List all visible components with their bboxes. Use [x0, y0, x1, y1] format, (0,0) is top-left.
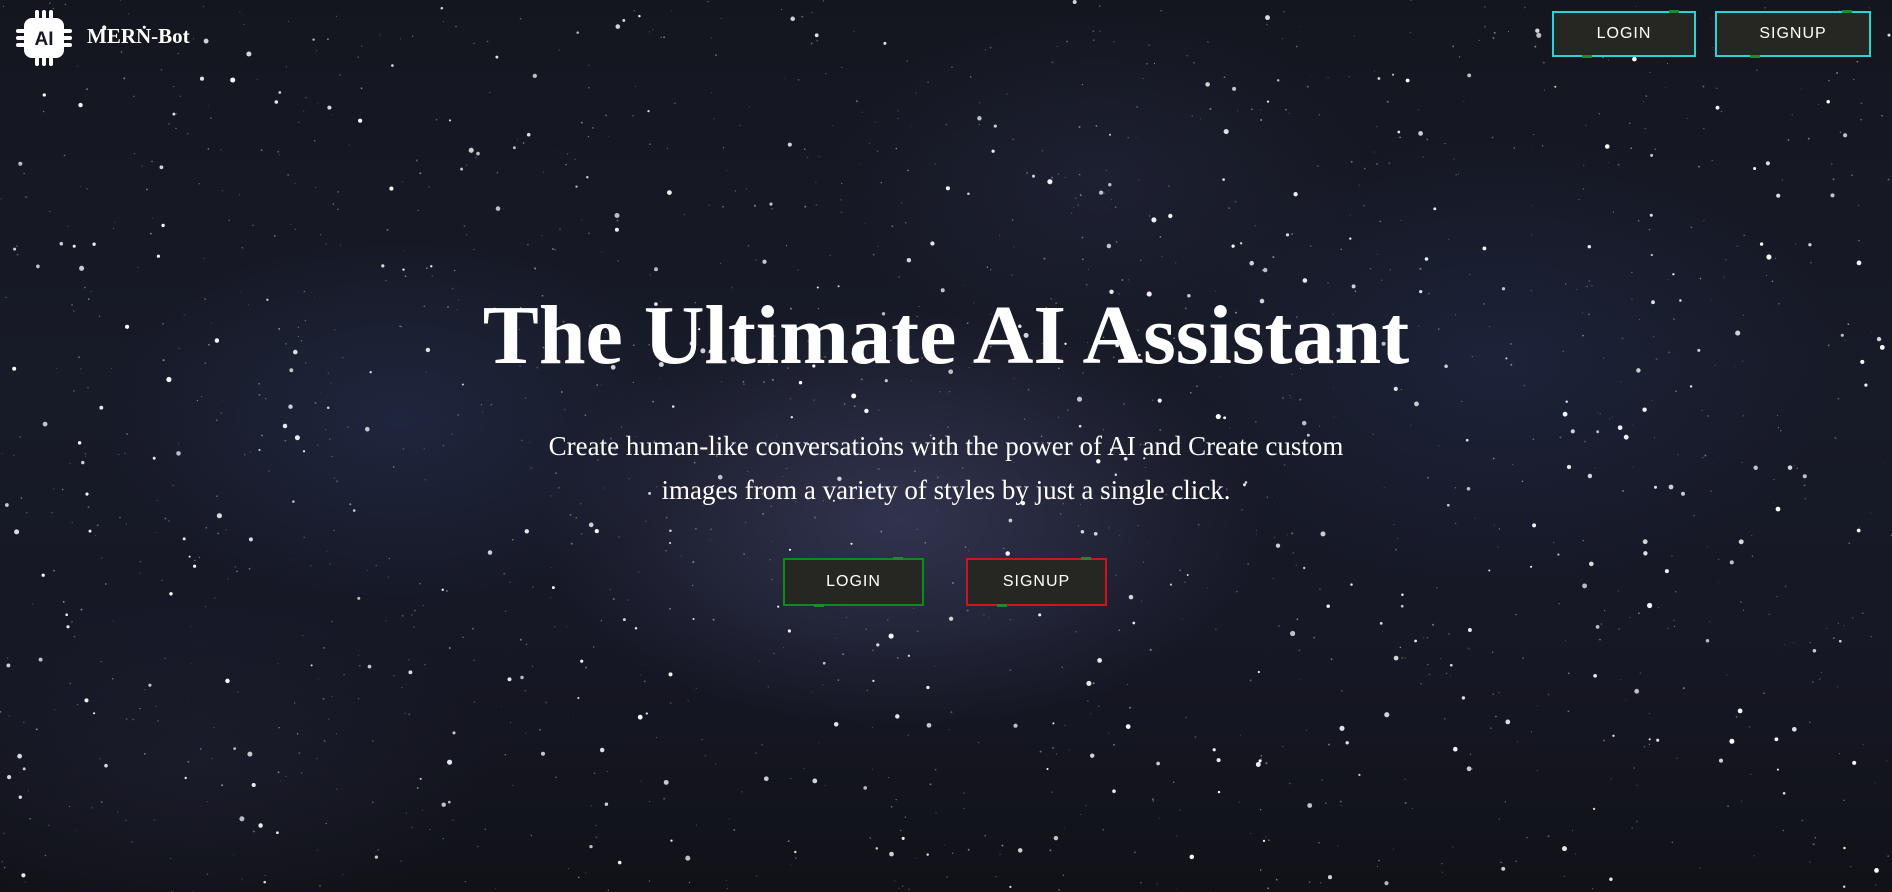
hero-section: The Ultimate AI Assistant Create human-l…	[0, 0, 1892, 892]
brand-name: MERN-Bot	[87, 23, 190, 48]
button-accent	[1582, 55, 1592, 58]
brand[interactable]: AI MERN-Bot	[14, 8, 190, 68]
button-accent	[997, 604, 1007, 607]
button-accent	[1750, 55, 1760, 58]
ai-chip-icon: AI	[16, 10, 72, 66]
navbar: AI MERN-Bot LOGIN SIGNUP	[0, 0, 1892, 70]
hero-signup-label: SIGNUP	[1002, 573, 1071, 590]
hero-description: Create human-like conversations with the…	[548, 431, 1344, 505]
hero-signup-button[interactable]: SIGNUP	[966, 557, 1107, 607]
hero-login-label: LOGIN	[826, 573, 881, 590]
nav-login-label: LOGIN	[1596, 25, 1652, 42]
button-accent	[814, 604, 824, 607]
button-accent	[893, 557, 903, 560]
logo-text: AI	[35, 29, 54, 50]
button-accent	[1842, 10, 1852, 13]
hero-title: The Ultimate AI Assistant	[482, 289, 1410, 382]
button-accent	[1669, 10, 1679, 13]
button-accent	[1081, 557, 1091, 560]
hero-login-button[interactable]: LOGIN	[783, 557, 924, 607]
nav-login-button[interactable]: LOGIN	[1552, 10, 1696, 58]
nav-signup-label: SIGNUP	[1759, 25, 1827, 42]
nav-signup-button[interactable]: SIGNUP	[1715, 10, 1871, 58]
